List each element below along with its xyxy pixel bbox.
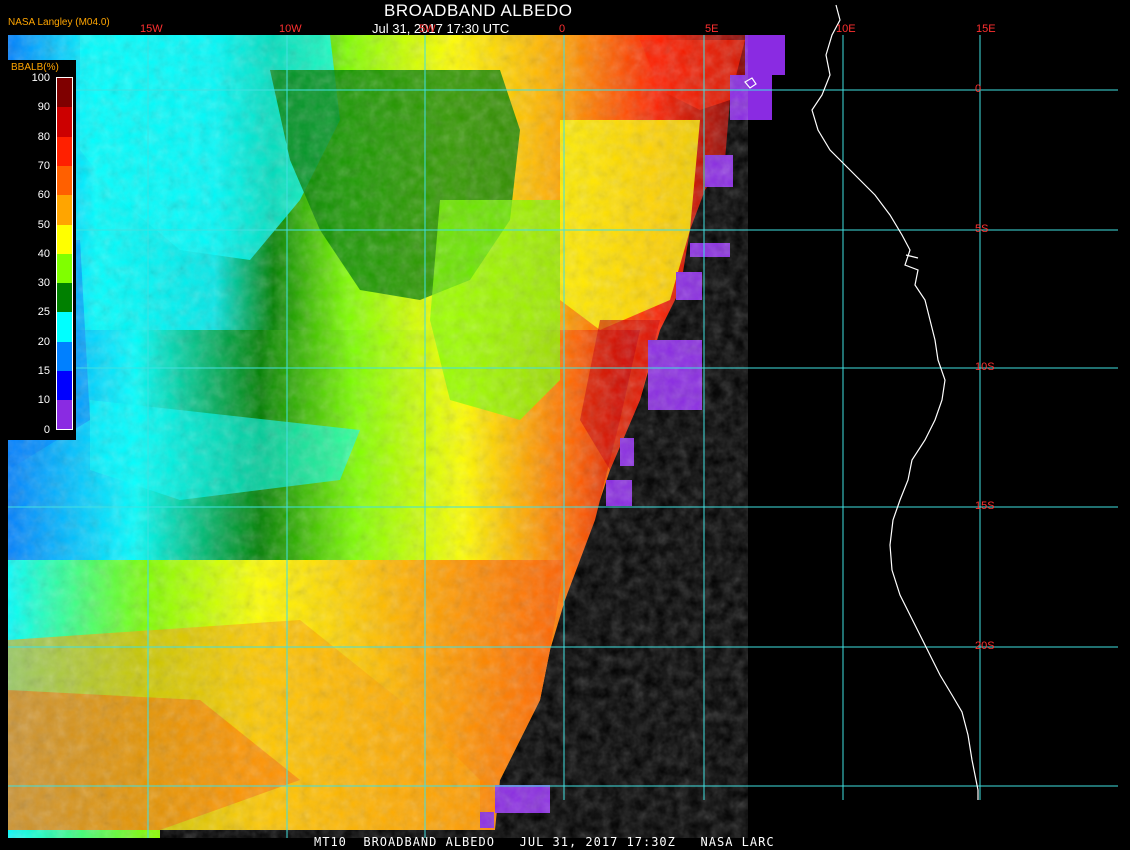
lat-label-15s: 15S [975,500,995,512]
lat-label-5s: 5S [975,223,989,235]
legend-label: 0 [43,423,50,436]
legend-label: 70 [37,159,50,172]
lon-label-15w: 15W [140,23,163,35]
legend-label: 50 [37,218,50,231]
legend-label: 30 [37,277,50,290]
lon-label-15e: 15E [976,23,996,35]
footer-caption: MT10 BROADBAND ALBEDO JUL 31, 2017 17:30… [314,835,775,849]
lat-label-10s: 10S [975,361,995,373]
legend-label: 90 [37,101,50,114]
lon-label-10e: 10E [836,23,856,35]
legend-label: 80 [37,130,50,143]
coastline [744,4,979,800]
color-legend: BBALB(%) 100 90 80 70 60 50 40 30 25 20 … [8,60,76,440]
legend-frame [56,77,73,430]
albedo-data-field [8,35,785,838]
lat-label-0: 0 [975,83,982,95]
lon-label-5w: 5W [419,23,436,35]
lat-label-20s: 20S [975,640,995,652]
legend-label: 100 [31,72,50,84]
legend-label: 25 [37,306,50,319]
albedo-map-image [8,4,1118,838]
lon-label-10w: 10W [279,23,302,35]
map-title: BROADBAND ALBEDO [384,1,573,20]
agency-label: NASA Langley (M04.0) [8,17,110,28]
lon-label-0: 0 [559,23,566,35]
legend-label: 20 [37,335,50,348]
legend-label: 60 [37,189,50,202]
map-view: BROADBAND ALBEDO Jul 31, 2017 17:30 UTC … [0,0,1130,850]
legend-label: 10 [37,394,50,407]
map-timestamp: Jul 31, 2017 17:30 UTC [372,21,510,36]
lon-label-5e: 5E [705,23,719,35]
legend-label: 15 [37,365,50,377]
legend-label: 40 [37,247,50,260]
